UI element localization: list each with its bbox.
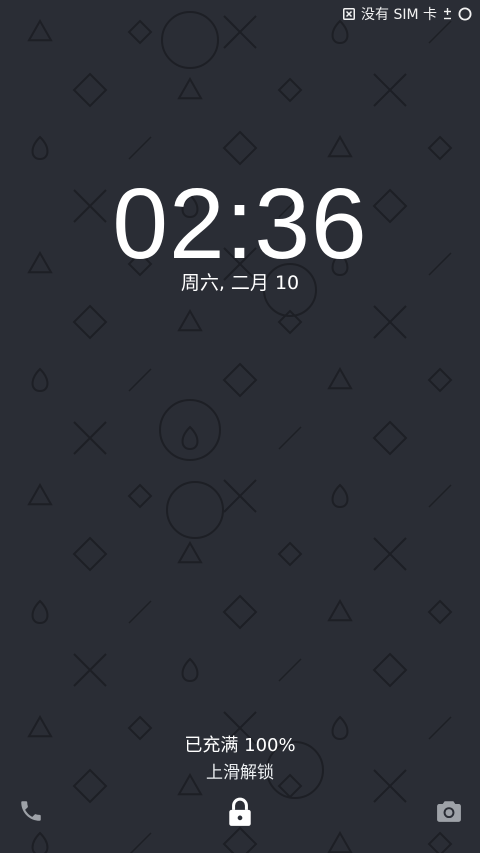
pattern-shape — [129, 832, 152, 853]
pattern-shape — [159, 399, 221, 461]
pattern-shape — [128, 136, 152, 160]
wallpaper-pattern — [27, 11, 453, 853]
carrier-text: 没有 SIM 卡 — [361, 7, 437, 23]
lock-icon — [227, 797, 253, 831]
battery-circle-icon — [458, 7, 472, 21]
pattern-shape — [278, 426, 302, 450]
pattern-shape — [372, 652, 408, 688]
pattern-shape — [72, 72, 108, 108]
pattern-shape — [327, 366, 353, 390]
pattern-shape — [428, 484, 452, 508]
camera-shortcut-button[interactable] — [432, 796, 466, 830]
pattern-shape — [177, 308, 203, 332]
pattern-shape — [427, 135, 453, 161]
lockscreen-date: 周六, 二月 10 — [180, 272, 300, 294]
pattern-shape — [222, 130, 258, 166]
camera-icon — [436, 799, 462, 827]
unlock-hint: 上滑解锁 — [206, 763, 274, 783]
pattern-shape — [427, 831, 453, 853]
pattern-shape — [327, 598, 353, 622]
phone-shortcut-button[interactable] — [14, 796, 48, 830]
pattern-shape — [331, 483, 349, 509]
pattern-shape — [128, 368, 152, 392]
pattern-shape — [72, 536, 108, 572]
pattern-shape — [327, 830, 353, 853]
unlock-button[interactable] — [222, 796, 258, 832]
pattern-shape — [427, 367, 453, 393]
pattern-shape — [128, 600, 152, 624]
pattern-shape — [278, 658, 302, 682]
data-updown-icon — [443, 8, 452, 20]
pattern-shape — [181, 425, 199, 451]
pattern-shape — [277, 77, 303, 103]
pattern-shape — [31, 367, 49, 393]
pattern-shape — [277, 541, 303, 567]
pattern-shape — [31, 599, 49, 625]
phone-icon — [18, 798, 44, 828]
pattern-shape — [222, 362, 258, 398]
pattern-shape — [222, 594, 258, 630]
pattern-shape — [31, 135, 49, 161]
pattern-shape — [372, 420, 408, 456]
charging-status: 已充满 100% — [184, 735, 296, 756]
pattern-shape — [427, 599, 453, 625]
pattern-shape — [177, 540, 203, 564]
status-bar: 没有 SIM 卡 — [0, 0, 480, 28]
pattern-shape — [181, 657, 199, 683]
lockscreen-clock: 02:36 — [112, 168, 368, 280]
pattern-shape — [327, 134, 353, 158]
no-sim-icon — [343, 8, 355, 20]
pattern-shape — [72, 304, 108, 340]
pattern-shape — [166, 481, 224, 539]
pattern-shape — [127, 483, 153, 509]
pattern-shape — [27, 482, 53, 506]
pattern-shape — [177, 76, 203, 100]
pattern-shape — [31, 831, 49, 853]
